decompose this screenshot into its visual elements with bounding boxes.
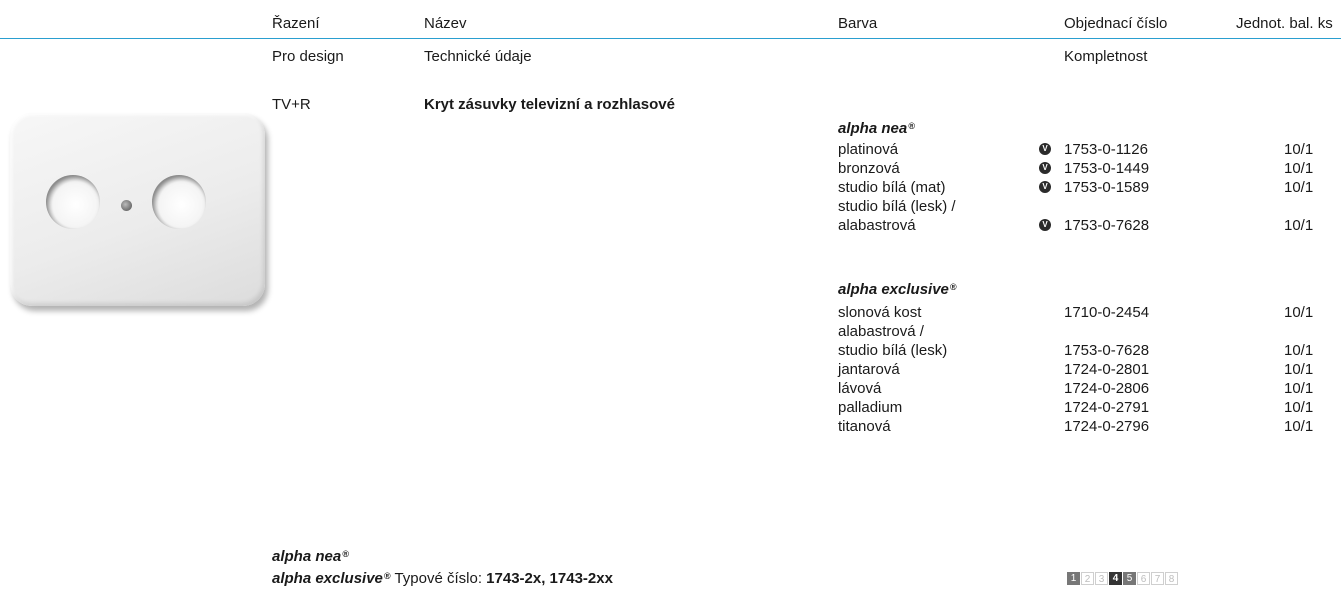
pack-quantity: 10/1 (1284, 361, 1314, 378)
pack-quantity: 10/1 (1284, 399, 1314, 416)
screw-icon (121, 200, 132, 211)
color-name: studio bílá (lesk) (838, 342, 948, 359)
footer-type-label: Typové číslo: (394, 570, 482, 587)
subheader-technicke-udaje: Technické údaje (424, 48, 532, 65)
footer-brand: alpha nea (272, 548, 342, 565)
color-row: slonová kost 1710-0-2454 10/1 (838, 303, 1341, 322)
registered-mark: ® (949, 282, 957, 292)
product-razeni: TV+R (272, 96, 311, 113)
availability-badge-icon: V (1039, 181, 1051, 193)
order-number: 1753-0-7628 (1064, 342, 1150, 359)
pack-quantity: 10/1 (1284, 304, 1314, 321)
color-row: titanová 1724-0-2796 10/1 (838, 417, 1341, 436)
order-number: 1724-0-2796 (1064, 418, 1150, 435)
color-row: palladium 1724-0-2791 10/1 (838, 398, 1341, 417)
color-name: jantarová (838, 361, 900, 378)
registered-mark: ® (908, 121, 915, 131)
color-row: studio bílá (mat) V 1753-0-1589 10/1 (838, 178, 1341, 197)
color-name: platinová (838, 141, 899, 158)
color-row: studio bílá (lesk) / (838, 197, 1341, 216)
socket-hole-right (152, 175, 206, 229)
color-name: lávová (838, 380, 882, 397)
subheader-kompletnost: Kompletnost (1064, 48, 1148, 65)
page-box: 5 (1123, 572, 1136, 585)
pack-quantity: 10/1 (1284, 380, 1314, 397)
order-number: 1724-0-2791 (1064, 399, 1150, 416)
pack-quantity: 10/1 (1284, 217, 1314, 234)
header-jednot-bal: Jednot. bal. ks (1236, 15, 1333, 32)
color-name: alabastrová / (838, 323, 924, 340)
color-name: alabastrová (838, 217, 916, 234)
series-title-alpha-nea: alpha nea® (838, 120, 915, 137)
color-name: bronzová (838, 160, 900, 177)
pack-quantity: 10/1 (1284, 342, 1314, 359)
page-box: 4 (1109, 572, 1122, 585)
color-row: lávová 1724-0-2806 10/1 (838, 379, 1341, 398)
order-number: 1753-0-1449 (1064, 160, 1150, 177)
header-objednaci-cislo: Objednací číslo (1064, 15, 1168, 32)
color-row: bronzová V 1753-0-1449 10/1 (838, 159, 1341, 178)
color-row: platinová V 1753-0-1126 10/1 (838, 140, 1341, 159)
footer-brand-alpha-nea: alpha nea® (272, 548, 349, 565)
pack-quantity: 10/1 (1284, 160, 1314, 177)
color-name: palladium (838, 399, 903, 416)
pack-quantity: 10/1 (1284, 179, 1314, 196)
registered-mark: ® (383, 571, 391, 581)
page-box: 8 (1165, 572, 1178, 585)
header-nazev: Název (424, 15, 467, 32)
color-name: studio bílá (mat) (838, 179, 946, 196)
pack-quantity: 10/1 (1284, 418, 1314, 435)
page-indicator: 12345678 (1067, 572, 1179, 585)
series-title-alpha-exclusive: alpha exclusive® (838, 281, 957, 298)
header-divider (0, 38, 1341, 39)
order-number: 1753-0-7628 (1064, 217, 1150, 234)
page-box: 3 (1095, 572, 1108, 585)
page-box: 6 (1137, 572, 1150, 585)
header-barva: Barva (838, 15, 878, 32)
series-brand: alpha nea (838, 120, 908, 137)
order-number: 1724-0-2801 (1064, 361, 1150, 378)
availability-badge-icon: V (1039, 143, 1051, 155)
subheader-pro-design: Pro design (272, 48, 344, 65)
footer-type-value: 1743-2x, 1743-2xx (486, 570, 613, 587)
availability-badge-icon: V (1039, 162, 1051, 174)
color-row: jantarová 1724-0-2801 10/1 (838, 360, 1341, 379)
footer-type-line: alpha exclusive® Typové číslo: 1743-2x, … (272, 570, 613, 587)
pack-quantity: 10/1 (1284, 141, 1314, 158)
availability-badge-icon: V (1039, 219, 1051, 231)
page-box: 2 (1081, 572, 1094, 585)
order-number: 1724-0-2806 (1064, 380, 1150, 397)
socket-hole-left (46, 175, 100, 229)
page-box: 7 (1151, 572, 1164, 585)
order-number: 1710-0-2454 (1064, 304, 1150, 321)
color-name: studio bílá (lesk) / (838, 198, 956, 215)
footer-brand: alpha exclusive (272, 570, 383, 587)
product-title: Kryt zásuvky televizní a rozhlasové (424, 96, 675, 113)
order-number: 1753-0-1589 (1064, 179, 1150, 196)
color-name: slonová kost (838, 304, 922, 321)
header-razeni: Řazení (272, 15, 320, 32)
socket-cover-image (10, 113, 265, 306)
color-name: titanová (838, 418, 891, 435)
color-row: alabastrová / (838, 322, 1341, 341)
order-number: 1753-0-1126 (1064, 141, 1148, 158)
registered-mark: ® (342, 549, 349, 559)
color-row: studio bílá (lesk) 1753-0-7628 10/1 (838, 341, 1341, 360)
series-brand: alpha exclusive (838, 281, 949, 298)
color-row: alabastrová V 1753-0-7628 10/1 (838, 216, 1341, 235)
page-box: 1 (1067, 572, 1080, 585)
